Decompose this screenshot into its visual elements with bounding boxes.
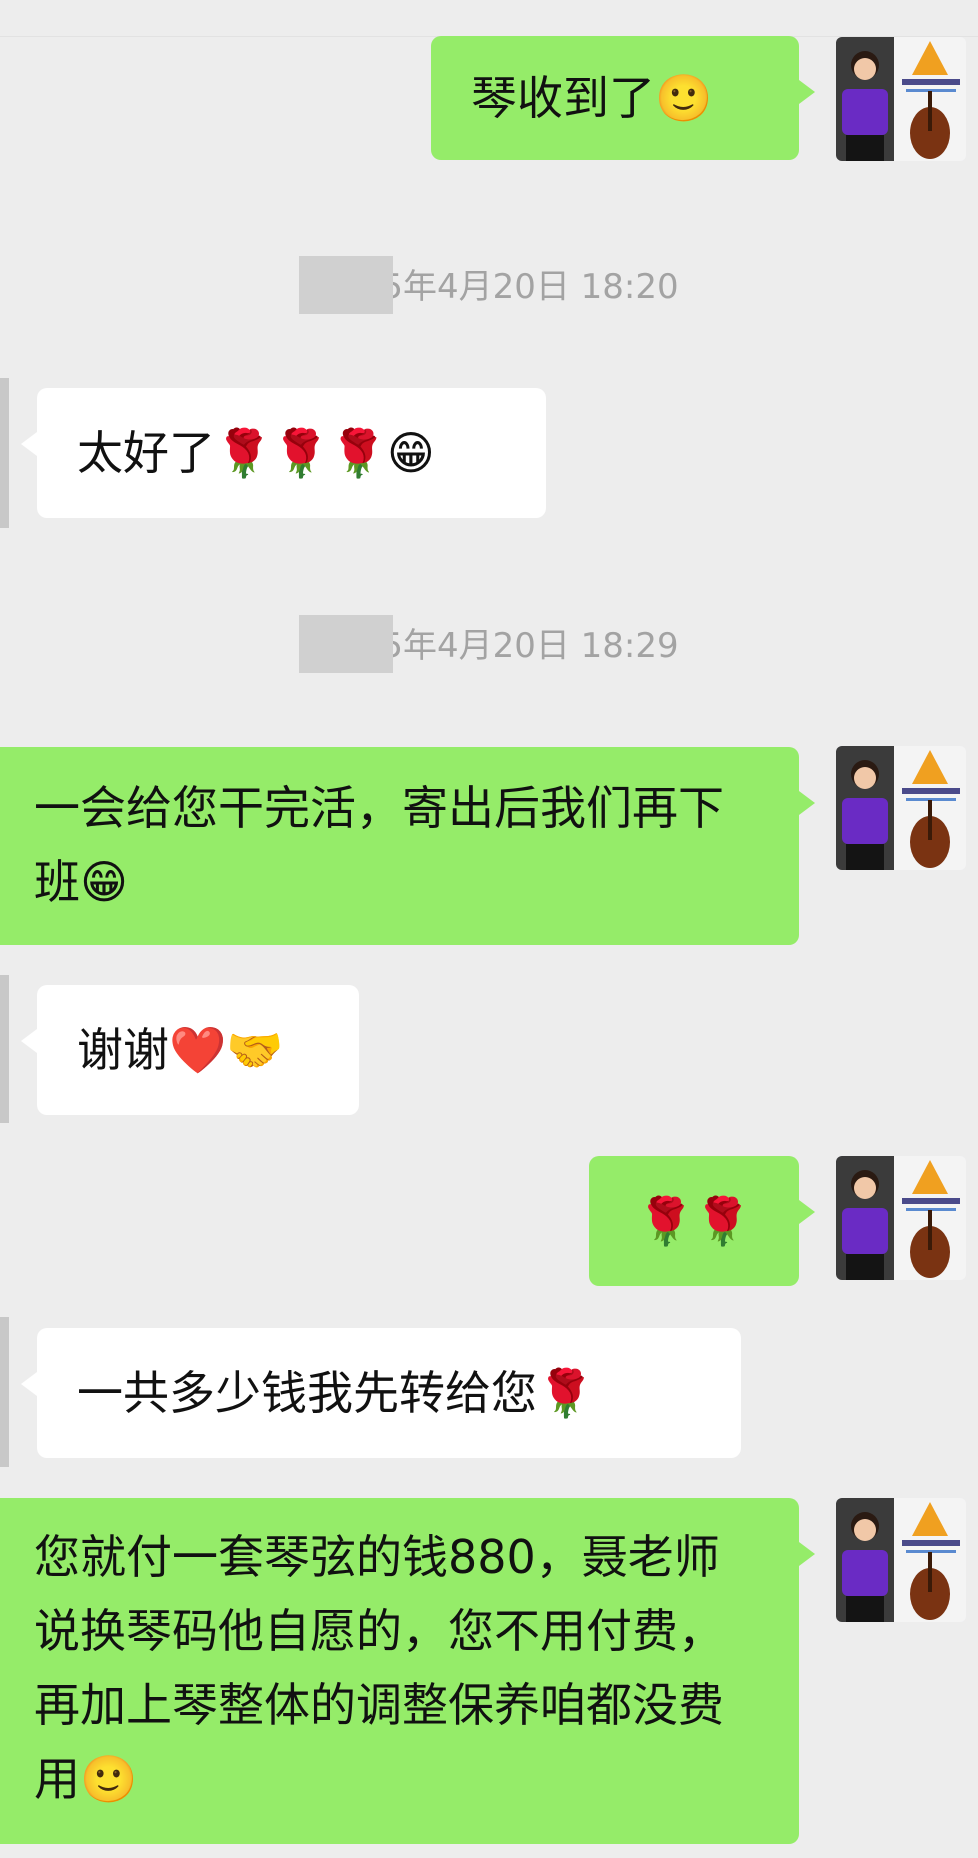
timestamp-text: 5年4月20日 18:20 [381, 267, 679, 307]
message-bubble-received[interactable]: 太好了🌹🌹🌹😁 [21, 388, 546, 518]
timestamp: 5年4月20日 18:20 [0, 256, 978, 316]
message-bubble-sent[interactable]: 一会给您干完活，寄出后我们再下班😁 [0, 747, 815, 945]
avatar[interactable] [836, 1498, 966, 1622]
timestamp: 5年4月20日 18:29 [0, 615, 978, 675]
message-text: 🌹🌹 [637, 1194, 752, 1248]
message-text: 一共多少钱我先转给您🌹 [77, 1366, 595, 1420]
redaction-block [299, 615, 394, 673]
timestamp-text: 5年4月20日 18:29 [381, 626, 679, 666]
message-bubble-received[interactable]: 一共多少钱我先转给您🌹 [21, 1328, 741, 1458]
message-text: 您就付一套琴弦的钱880，聂老师说换琴码他自愿的，您不用付费，再加上琴整体的调整… [34, 1530, 724, 1806]
message-text: 太好了🌹🌹🌹😁 [77, 426, 435, 480]
message-bubble-received[interactable]: 谢谢❤️🤝 [21, 985, 359, 1115]
message-text: 一会给您干完活，寄出后我们再下班😁 [34, 781, 724, 909]
unread-indicator [0, 975, 9, 1123]
avatar[interactable] [836, 1156, 966, 1280]
unread-indicator [0, 378, 9, 528]
avatar[interactable] [836, 37, 966, 161]
unread-indicator [0, 1317, 9, 1467]
message-text: 琴收到了🙂 [471, 71, 713, 125]
message-bubble-sent[interactable]: 🌹🌹 [589, 1156, 815, 1286]
message-bubble-sent[interactable]: 您就付一套琴弦的钱880，聂老师说换琴码他自愿的，您不用付费，再加上琴整体的调整… [0, 1498, 815, 1844]
message-bubble-sent[interactable]: 琴收到了🙂 [431, 36, 815, 160]
message-text: 谢谢❤️🤝 [77, 1023, 284, 1077]
redaction-block [299, 256, 394, 314]
avatar[interactable] [836, 746, 966, 870]
